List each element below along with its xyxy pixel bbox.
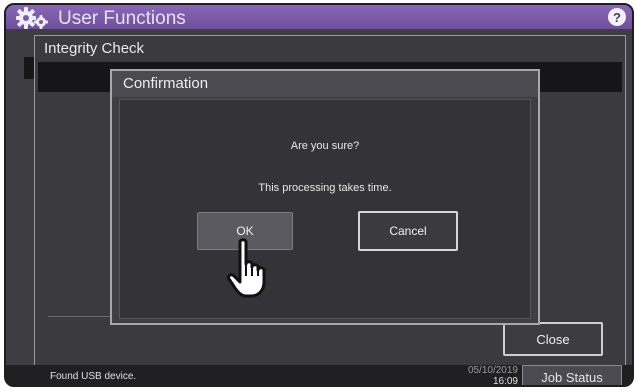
panel-title: Integrity Check bbox=[44, 40, 145, 57]
background-strip bbox=[24, 57, 34, 79]
screen-title: User Functions bbox=[58, 8, 186, 29]
time: 16:09 bbox=[492, 376, 518, 387]
processing-note: This processing takes time. bbox=[258, 182, 392, 194]
status-message: Found USB device. bbox=[50, 371, 137, 382]
confirm-question: Are you sure? bbox=[290, 140, 360, 152]
title-bar: User Functions ? bbox=[6, 5, 632, 29]
confirmation-dialog: Confirmation Are you sure? This processi… bbox=[110, 69, 540, 325]
dialog-title: Confirmation bbox=[112, 71, 538, 97]
dialog-body: Are you sure? This processing takes time… bbox=[119, 99, 531, 319]
status-bar: Found USB device. 05/10/2019 16:09 Job S… bbox=[6, 365, 632, 387]
date: 05/10/2019 bbox=[467, 365, 518, 376]
close-button[interactable]: Close bbox=[503, 322, 603, 356]
help-icon[interactable]: ? bbox=[608, 8, 626, 26]
gear-icon bbox=[16, 7, 48, 29]
hand-pointer-icon bbox=[227, 238, 266, 298]
date-time: 05/10/2019 16:09 bbox=[458, 365, 518, 387]
job-status-button[interactable]: Job Status bbox=[522, 365, 622, 385]
cancel-button[interactable]: Cancel bbox=[358, 211, 458, 251]
